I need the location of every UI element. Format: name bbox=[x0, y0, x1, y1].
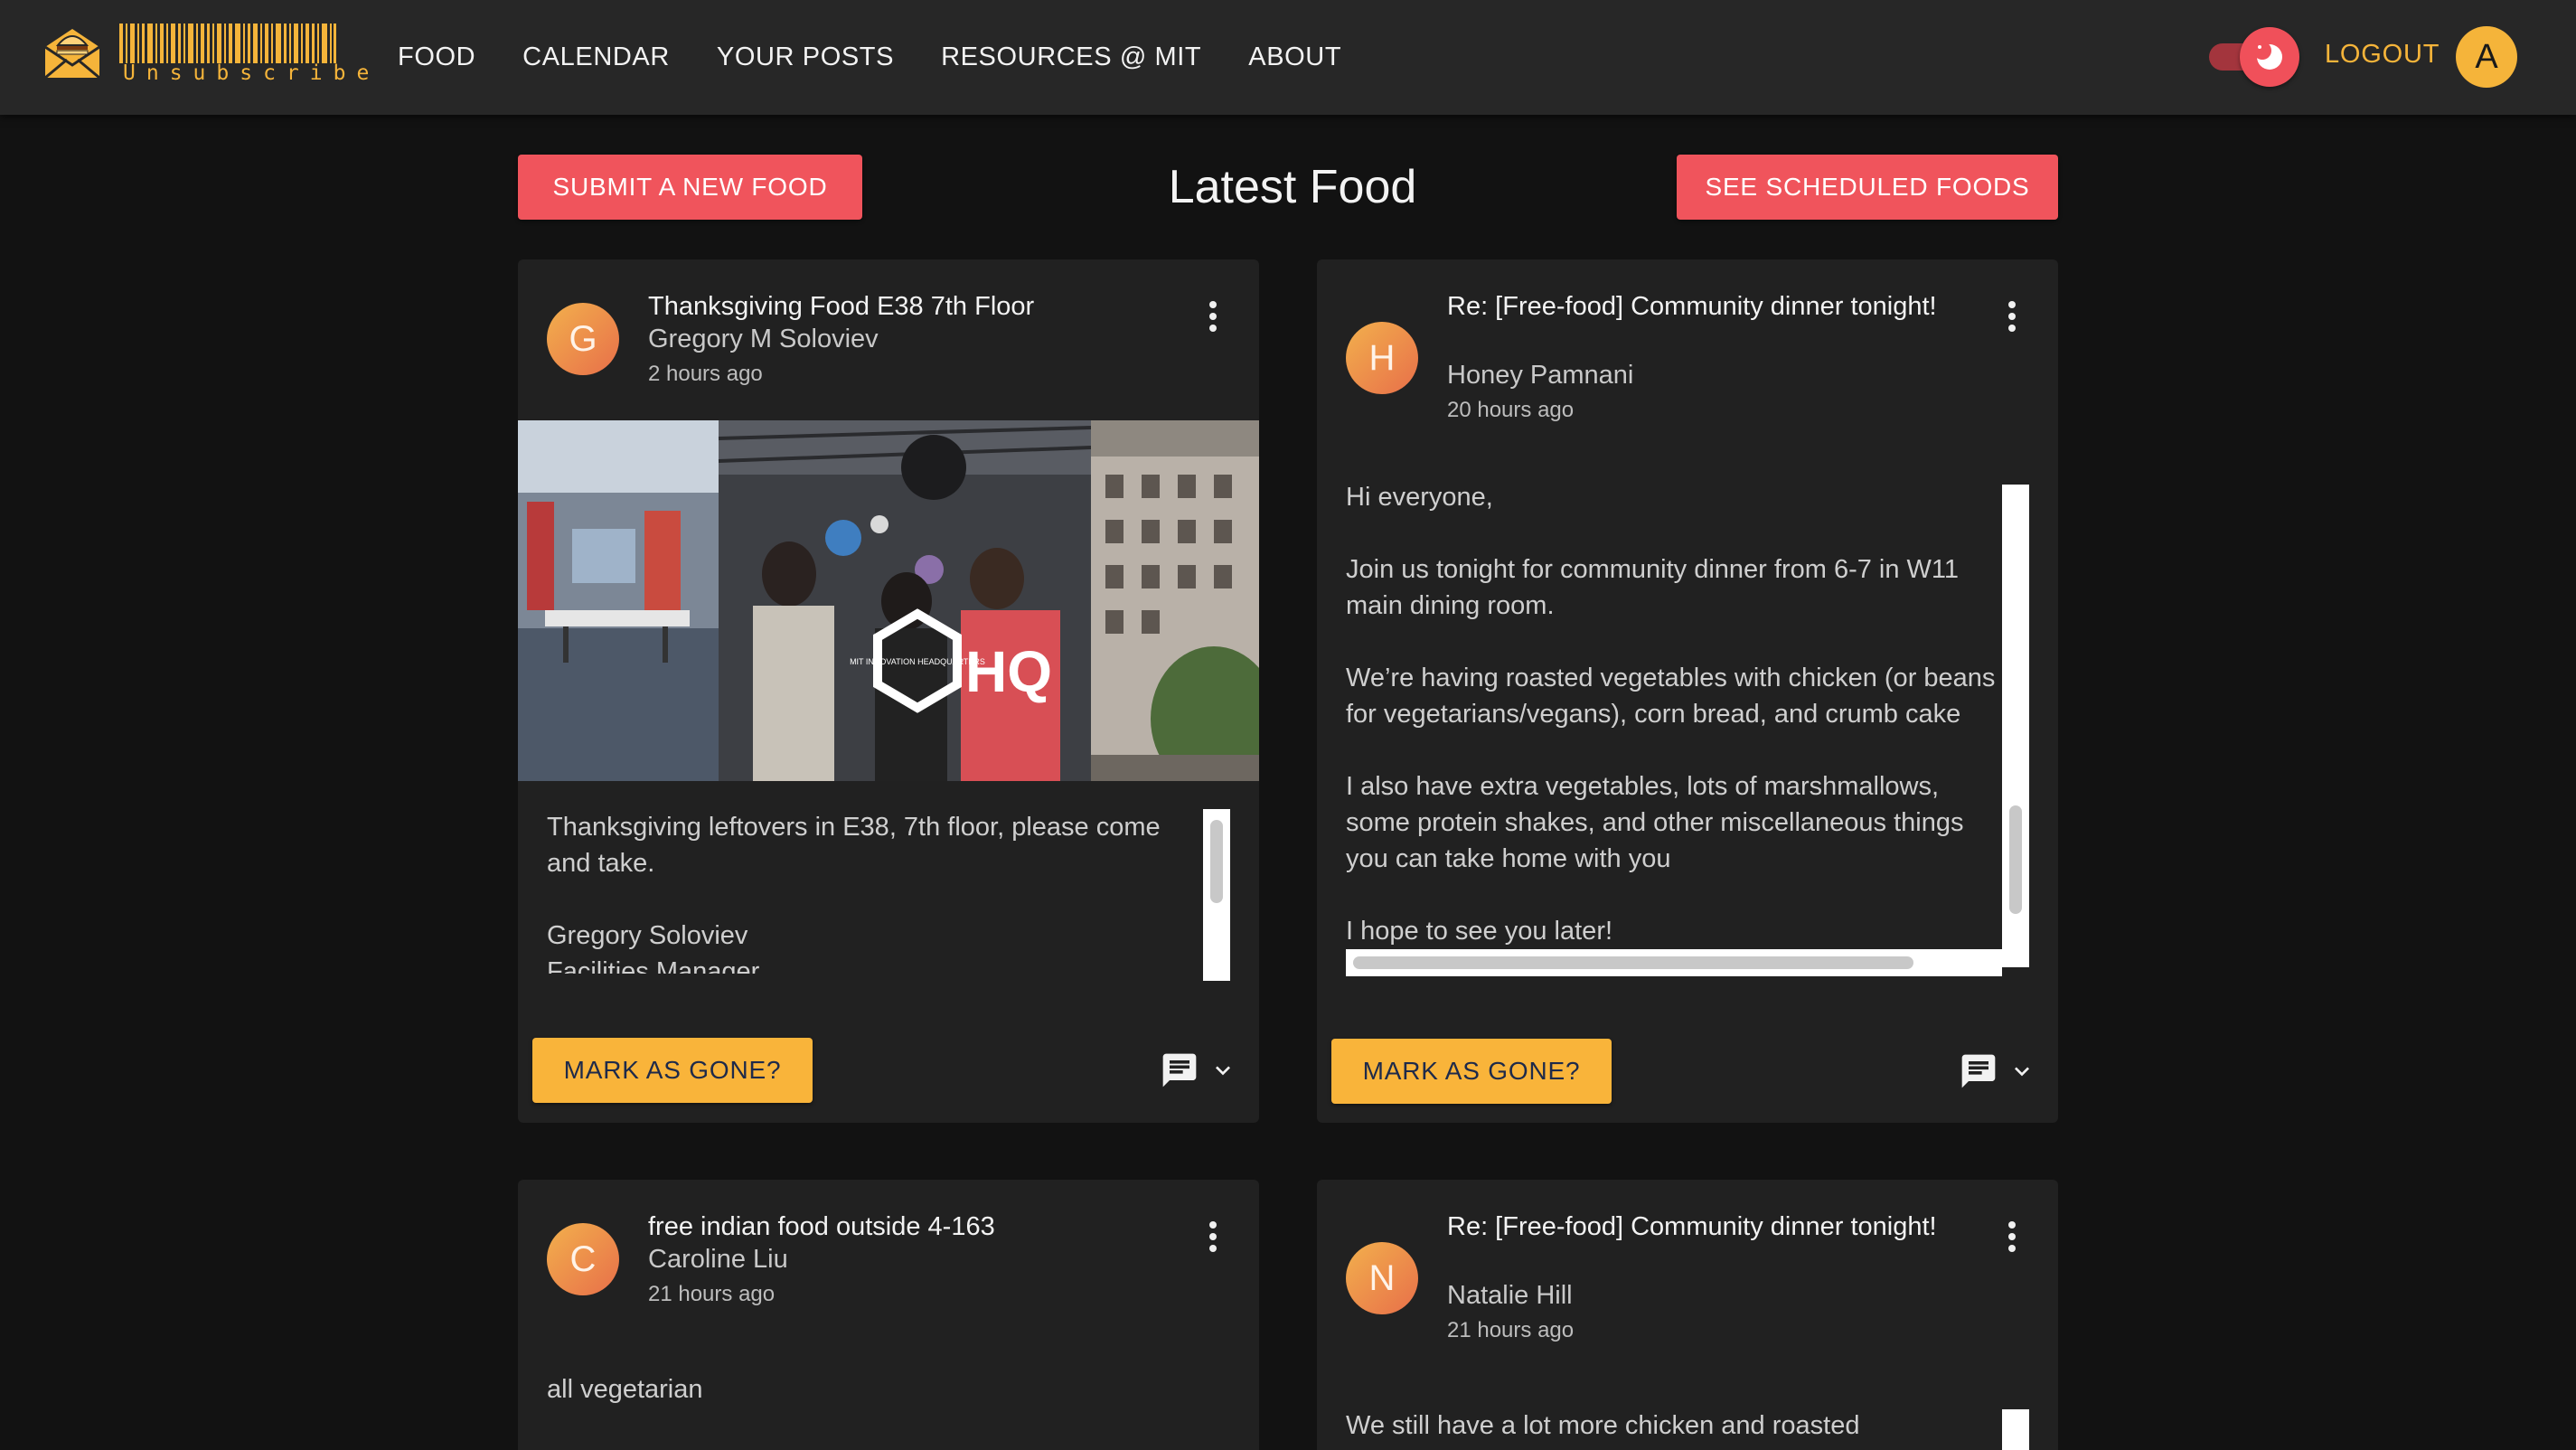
author-avatar: G bbox=[547, 303, 619, 375]
chevron-down-icon bbox=[2015, 1067, 2029, 1077]
post-time: 21 hours ago bbox=[1447, 1318, 1575, 1342]
mark-as-gone-button[interactable]: MARK AS GONE? bbox=[1331, 1039, 1612, 1104]
page-title: Latest Food bbox=[1168, 161, 1417, 213]
logo-wordmark: Unsubscribe bbox=[123, 61, 381, 85]
toggle-thumb bbox=[2240, 27, 2299, 87]
author-avatar: H bbox=[1346, 322, 1418, 394]
user-avatar[interactable]: A bbox=[2456, 26, 2517, 88]
description-scrollbar[interactable] bbox=[2002, 1409, 2029, 1450]
post-time: 20 hours ago bbox=[1447, 398, 1575, 422]
image-overlay-text: HQ bbox=[965, 639, 1052, 704]
scrollbar-thumb[interactable] bbox=[2009, 805, 2022, 914]
post-title: Re: [Free-food] Community dinner tonight… bbox=[1447, 1212, 1937, 1241]
nav-item-food[interactable]: FOOD bbox=[398, 42, 475, 72]
post-title: free indian food outside 4-163 bbox=[648, 1212, 995, 1241]
submit-new-food-button[interactable]: SUBMIT A NEW FOOD bbox=[518, 155, 862, 220]
comments-toggle[interactable] bbox=[1959, 1049, 2045, 1094]
post-title: Re: [Free-food] Community dinner tonight… bbox=[1447, 292, 1937, 321]
food-post-card: G Thanksgiving Food E38 7th Floor Gregor… bbox=[518, 259, 1259, 1123]
post-description: Hi everyone, Join us tonight for communi… bbox=[1346, 483, 1996, 946]
nav-item-your-posts[interactable]: YOUR POSTS bbox=[717, 42, 894, 72]
food-post-card: C free indian food outside 4-163 Carolin… bbox=[518, 1180, 1259, 1450]
post-author: Gregory M Soloviev bbox=[648, 325, 879, 353]
post-author: Honey Pamnani bbox=[1447, 361, 1634, 390]
mark-as-gone-button[interactable]: MARK AS GONE? bbox=[532, 1038, 813, 1103]
description-scrollbar[interactable] bbox=[2002, 485, 2029, 967]
main-nav: FOOD CALENDAR YOUR POSTS RESOURCES @ MIT… bbox=[398, 0, 1388, 115]
barcode-graphic bbox=[119, 24, 336, 63]
nav-item-about[interactable]: ABOUT bbox=[1248, 42, 1341, 72]
see-scheduled-foods-button[interactable]: SEE SCHEDULED FOODS bbox=[1677, 155, 2058, 220]
post-description: all vegetarian bbox=[547, 1375, 703, 1404]
post-author: Natalie Hill bbox=[1447, 1281, 1573, 1310]
comments-toggle[interactable] bbox=[1160, 1048, 1246, 1093]
more-vert-icon[interactable] bbox=[1998, 1214, 2026, 1259]
top-navigation-bar: Unsubscribe FOOD CALENDAR YOUR POSTS RES… bbox=[0, 0, 2576, 115]
comment-icon bbox=[1162, 1053, 1197, 1088]
nav-item-resources[interactable]: RESOURCES @ MIT bbox=[941, 42, 1201, 72]
scrollbar-thumb[interactable] bbox=[1210, 820, 1223, 903]
chevron-down-icon bbox=[1216, 1066, 1230, 1076]
more-vert-icon[interactable] bbox=[1998, 294, 2026, 339]
moon-icon bbox=[2253, 42, 2282, 70]
description-horizontal-scrollbar[interactable] bbox=[1346, 949, 2002, 976]
post-time: 21 hours ago bbox=[648, 1282, 776, 1306]
post-description: We still have a lot more chicken and roa… bbox=[1346, 1411, 1860, 1440]
food-post-card: N Re: [Free-food] Community dinner tonig… bbox=[1317, 1180, 2058, 1450]
comment-icon bbox=[1961, 1054, 1996, 1088]
description-scrollbar[interactable] bbox=[1203, 809, 1230, 981]
envelope-burger-icon bbox=[44, 29, 100, 80]
author-avatar: N bbox=[1346, 1242, 1418, 1314]
post-description: Thanksgiving leftovers in E38, 7th floor… bbox=[547, 813, 1161, 974]
more-vert-icon[interactable] bbox=[1199, 1214, 1227, 1259]
app-logo[interactable]: Unsubscribe bbox=[40, 20, 369, 89]
scrollbar-thumb[interactable] bbox=[1353, 956, 1913, 969]
more-vert-icon[interactable] bbox=[1199, 294, 1227, 339]
author-avatar: C bbox=[547, 1223, 619, 1295]
post-image: MIT INNOVATION HEADQUARTERS HQ bbox=[518, 420, 1259, 781]
nav-item-calendar[interactable]: CALENDAR bbox=[522, 42, 670, 72]
post-title: Thanksgiving Food E38 7th Floor bbox=[648, 292, 1035, 321]
dark-mode-toggle[interactable] bbox=[2205, 27, 2301, 87]
logout-button[interactable]: LOGOUT bbox=[2325, 40, 2440, 70]
food-post-card: H Re: [Free-food] Community dinner tonig… bbox=[1317, 259, 2058, 1123]
post-author: Caroline Liu bbox=[648, 1245, 788, 1274]
post-time: 2 hours ago bbox=[648, 362, 763, 386]
